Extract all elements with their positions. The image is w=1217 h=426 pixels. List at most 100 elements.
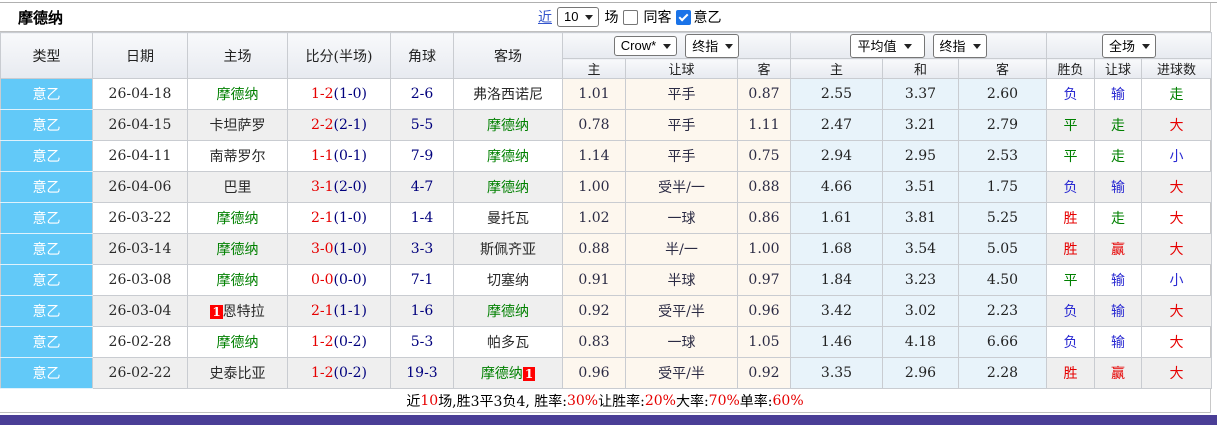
avg-home-odds: 1.84 xyxy=(790,264,883,296)
avg-draw-odds: 3.02 xyxy=(882,295,959,327)
handicap-home-odds: 0.88 xyxy=(562,233,626,265)
avg-draw-odds: 3.81 xyxy=(882,202,959,234)
handicap-home-odds: 1.00 xyxy=(562,171,626,203)
away-team-name: 摩德纳 xyxy=(487,180,529,196)
result-wdl-cell: 负 xyxy=(1046,171,1096,203)
result-handicap-cell: 输 xyxy=(1094,264,1143,296)
scope-select[interactable]: 全场 xyxy=(1102,33,1157,58)
league-cell: 意乙 xyxy=(0,264,93,296)
away-team-cell: 切塞纳 xyxy=(453,264,563,296)
corner-cell: 3-3 xyxy=(390,233,454,265)
result-handicap-cell: 输 xyxy=(1094,295,1143,327)
away-team-cell: 摩德纳 xyxy=(453,295,563,327)
away-team-cell: 摩德纳 xyxy=(453,140,563,172)
away-team-cell: 帕多瓦 xyxy=(453,326,563,358)
bookmaker-stage-select[interactable]: 终指 xyxy=(685,33,740,58)
bottom-accent-bar xyxy=(0,415,1217,425)
handicap-away-odds: 0.87 xyxy=(737,78,791,110)
bookmaker-select[interactable]: Crow* xyxy=(613,35,678,56)
away-team-name: 曼托瓦 xyxy=(487,211,529,227)
home-team-cell: 巴里 xyxy=(187,171,288,203)
home-team-cell: 史泰比亚 xyxy=(187,357,288,389)
corner-cell: 2-6 xyxy=(390,78,454,110)
result-goals-cell: 大 xyxy=(1141,202,1213,234)
stats-panel: 摩德纳 近 10 场 同客 意乙 类型 日期 主场 比分(半场) 角球 客场 C… xyxy=(0,3,1213,413)
home-team-name: 摩德纳 xyxy=(216,211,259,227)
handicap-home-odds: 0.91 xyxy=(562,264,626,296)
result-goals-cell: 走 xyxy=(1141,78,1213,110)
away-team-cell: 曼托瓦 xyxy=(453,202,563,234)
result-wdl-cell: 胜 xyxy=(1046,202,1096,234)
score-cell: 1-2(1-0) xyxy=(287,78,391,110)
sub-header-result-goals: 进球数 xyxy=(1141,58,1213,79)
date-cell: 26-04-06 xyxy=(92,171,188,203)
home-team-cell: 1 恩特拉 xyxy=(187,295,288,327)
result-goals-cell: 小 xyxy=(1141,264,1213,296)
handicap-line: 平手 xyxy=(625,109,738,141)
home-team-name: 卡坦萨罗 xyxy=(209,118,266,134)
league-cell: 意乙 xyxy=(0,109,93,141)
avg-draw-odds: 3.37 xyxy=(882,78,959,110)
handicap-away-odds: 0.92 xyxy=(737,357,791,389)
average-stage-select[interactable]: 终指 xyxy=(932,33,987,58)
result-wdl-cell: 平 xyxy=(1046,264,1096,296)
table-row: 意乙 26-04-15 卡坦萨罗 2-2(2-1) 5-5 摩德纳 0.78 平… xyxy=(0,109,1213,141)
score-cell: 1-1(0-1) xyxy=(287,140,391,172)
handicap-away-odds: 0.96 xyxy=(737,295,791,327)
result-goals-cell: 大 xyxy=(1141,233,1213,265)
result-goals-cell: 大 xyxy=(1141,171,1213,203)
avg-away-odds: 2.28 xyxy=(957,357,1048,389)
away-team-cell: 摩德纳 1 xyxy=(453,357,563,389)
league-cell: 意乙 xyxy=(0,295,93,327)
same-away-checkbox[interactable] xyxy=(623,9,639,25)
away-team-name: 摩德纳 xyxy=(487,304,529,320)
date-cell: 26-04-18 xyxy=(92,78,188,110)
league-filter-checkbox[interactable] xyxy=(676,9,692,25)
score-cell: 1-2(0-2) xyxy=(287,357,391,389)
handicap-line: 受半/一 xyxy=(625,171,738,203)
title-bar: 摩德纳 近 10 场 同客 意乙 xyxy=(0,3,1210,32)
home-team-name: 摩德纳 xyxy=(216,242,259,258)
recent-count-select[interactable]: 10 xyxy=(557,7,600,27)
date-cell: 26-04-11 xyxy=(92,140,188,172)
col-header-away: 客场 xyxy=(453,32,563,79)
home-team-cell: 摩德纳 xyxy=(187,78,288,110)
handicap-line: 受平/半 xyxy=(625,295,738,327)
score-cell: 3-0(1-0) xyxy=(287,233,391,265)
corner-cell: 19-3 xyxy=(390,357,454,389)
result-handicap-cell: 走 xyxy=(1094,109,1143,141)
recent-link[interactable]: 近 xyxy=(538,7,552,27)
handicap-line: 受平/半 xyxy=(625,357,738,389)
sub-header-avg-away: 客 xyxy=(957,58,1048,79)
match-history-page: 摩德纳 近 10 场 同客 意乙 类型 日期 主场 比分(半场) 角球 客场 C… xyxy=(0,0,1217,426)
table-row: 意乙 26-03-22 摩德纳 2-1(1-0) 1-4 曼托瓦 1.02 一球… xyxy=(0,202,1213,234)
result-handicap-cell: 输 xyxy=(1094,326,1143,358)
handicap-home-odds: 0.78 xyxy=(562,109,626,141)
summary-footer: 近 10 场,胜3平3负4, 胜率: 30% 让胜率: 20% 大率: 70% 单率: 60… xyxy=(0,389,1210,413)
result-handicap-cell: 赢 xyxy=(1094,233,1143,265)
league-cell: 意乙 xyxy=(0,202,93,234)
average-select[interactable]: 平均值 xyxy=(850,33,925,58)
handicap-line: 平手 xyxy=(625,140,738,172)
result-goals-cell: 大 xyxy=(1141,326,1213,358)
sub-header-avg-draw: 和 xyxy=(882,58,959,79)
handicap-line: 一球 xyxy=(625,326,738,358)
avg-away-odds: 2.53 xyxy=(957,140,1048,172)
handicap-home-odds: 0.83 xyxy=(562,326,626,358)
home-team-name: 摩德纳 xyxy=(216,273,259,289)
result-handicap-cell: 输 xyxy=(1094,171,1143,203)
corner-cell: 1-6 xyxy=(390,295,454,327)
result-wdl-cell: 胜 xyxy=(1046,357,1096,389)
avg-away-odds: 5.05 xyxy=(957,233,1048,265)
handicap-away-odds: 0.88 xyxy=(737,171,791,203)
handicap-away-odds: 0.75 xyxy=(737,140,791,172)
date-cell: 26-03-04 xyxy=(92,295,188,327)
red-card-badge: 1 xyxy=(210,305,223,319)
league-cell: 意乙 xyxy=(0,233,93,265)
avg-draw-odds: 3.21 xyxy=(882,109,959,141)
red-card-badge: 1 xyxy=(522,367,536,381)
home-team-name: 恩特拉 xyxy=(222,304,265,320)
date-cell: 26-03-14 xyxy=(92,233,188,265)
result-wdl-cell: 负 xyxy=(1046,78,1096,110)
corner-cell: 7-1 xyxy=(390,264,454,296)
